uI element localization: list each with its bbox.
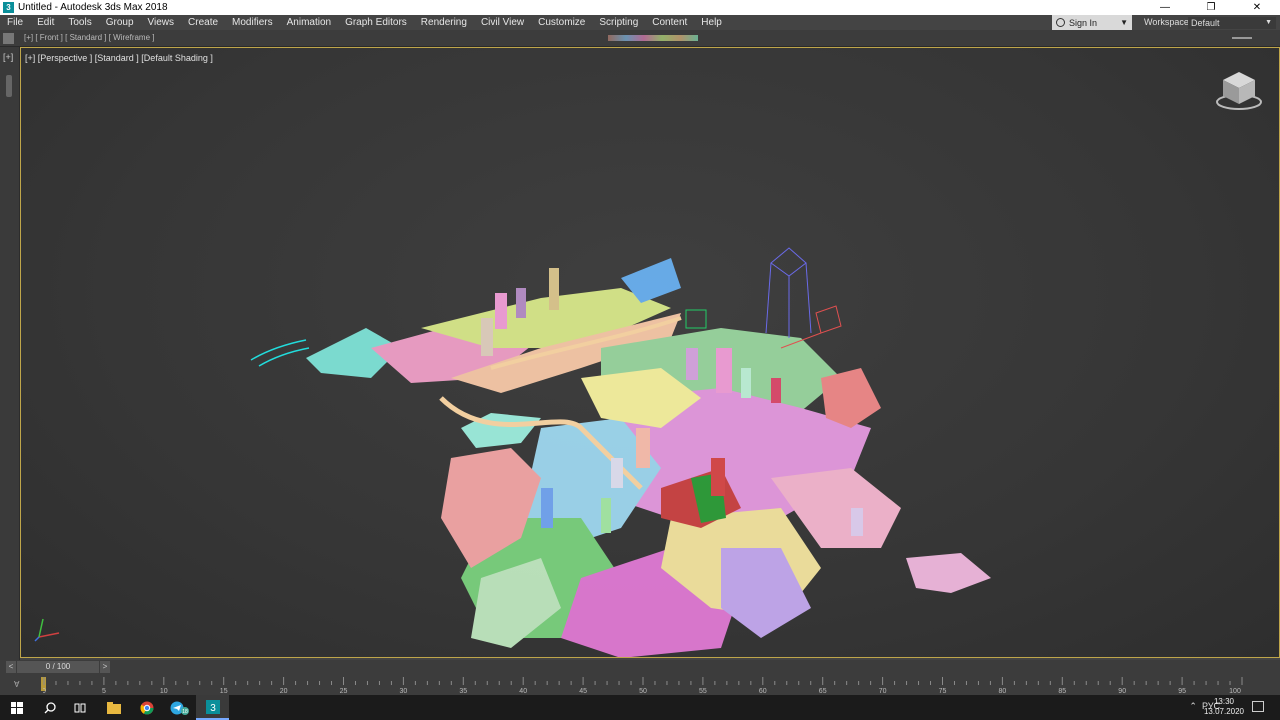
window-title: Untitled - Autodesk 3ds Max 2018 xyxy=(18,2,168,13)
perspective-viewport[interactable]: [+] [Perspective ] [Standard ] [Default … xyxy=(20,47,1280,658)
menu-item-graph-editors[interactable]: Graph Editors xyxy=(338,15,414,30)
next-frame-button[interactable]: > xyxy=(100,661,110,673)
search-icon[interactable] xyxy=(33,695,66,720)
menu-item-group[interactable]: Group xyxy=(99,15,141,30)
notification-icon[interactable] xyxy=(1252,701,1264,712)
menu-item-animation[interactable]: Animation xyxy=(280,15,338,30)
front-viewport-preview xyxy=(608,35,698,41)
chrome-icon[interactable] xyxy=(130,695,163,720)
viewcube-icon[interactable] xyxy=(1213,68,1265,114)
task-view-icon[interactable] xyxy=(63,695,96,720)
ruler-tick-label: 25 xyxy=(340,688,348,695)
ruler-tick-label: 70 xyxy=(879,688,887,695)
restore-icon[interactable]: ❐ xyxy=(1188,0,1234,15)
app-icon: 3 xyxy=(3,2,14,13)
ruler-tick-label: 65 xyxy=(819,688,827,695)
ruler-tick-label: 45 xyxy=(579,688,587,695)
workspace-value: Default xyxy=(1191,18,1220,28)
ruler-tick-label: 85 xyxy=(1058,688,1066,695)
clock-date: 13.07.2020 xyxy=(1203,707,1245,716)
3dsmax-taskbar-icon[interactable]: 3 xyxy=(196,695,229,720)
clock-time: 13:30 xyxy=(1213,697,1235,706)
ruler-tick-label: 90 xyxy=(1118,688,1126,695)
sign-in-label: Sign In xyxy=(1069,17,1098,28)
minimize-viewport-icon[interactable] xyxy=(1232,37,1252,39)
wireframe-green xyxy=(685,309,707,329)
title-bar: 3 Untitled - Autodesk 3ds Max 2018 — ❐ ✕ xyxy=(0,0,1280,15)
selected-ship xyxy=(250,339,310,367)
chevron-up-icon[interactable]: ⌃ xyxy=(1189,701,1197,711)
ruler-tick-label: 100 xyxy=(1229,688,1241,695)
front-viewport-label[interactable]: [+] [ Front ] [ Standard ] [ Wireframe ] xyxy=(24,33,155,42)
ruler-tick-label: 40 xyxy=(519,688,527,695)
menu-item-create[interactable]: Create xyxy=(181,15,225,30)
left-viewport-label[interactable]: [+] xyxy=(3,52,13,62)
menu-item-edit[interactable]: Edit xyxy=(30,15,61,30)
curve-editor-icon[interactable]: ∀ xyxy=(14,680,19,689)
workspaces-select[interactable]: Default ▼ xyxy=(1188,17,1276,29)
clock[interactable]: 13:30 13.07.2020 xyxy=(1200,697,1248,717)
ruler-tick-label: 20 xyxy=(280,688,288,695)
telegram-icon[interactable]: 18 xyxy=(163,695,196,720)
telegram-badge: 18 xyxy=(182,709,188,715)
left-strip-handle[interactable] xyxy=(6,75,12,97)
time-slider[interactable]: < 0 / 100 > xyxy=(0,660,1280,675)
caret-down-icon: ▼ xyxy=(1265,19,1272,26)
caret-down-icon: ▼ xyxy=(1120,18,1128,27)
user-icon xyxy=(1056,18,1065,27)
ruler-tick-label: 5 xyxy=(102,688,106,695)
menu-item-file[interactable]: File xyxy=(0,15,30,30)
ruler-tick-label: 0 xyxy=(43,688,46,695)
frame-display[interactable]: 0 / 100 xyxy=(17,661,99,673)
frame-ruler[interactable]: 0 5 10 15 20 25 30 35 40 45 50 55 60 65 70 75 80 85 90 95 10… xyxy=(43,675,1243,695)
minimize-icon[interactable]: — xyxy=(1142,0,1188,15)
ruler-tick-label: 50 xyxy=(639,688,647,695)
viewport-tool-icon[interactable] xyxy=(3,33,14,44)
menu-item-tools[interactable]: Tools xyxy=(61,15,98,30)
close-icon[interactable]: ✕ xyxy=(1234,0,1280,15)
menu-item-customize[interactable]: Customize xyxy=(531,15,592,30)
ruler-tick-label: 15 xyxy=(220,688,228,695)
menu-item-civil-view[interactable]: Civil View xyxy=(474,15,531,30)
ruler-tick-label: 30 xyxy=(400,688,408,695)
ruler-tick-label: 80 xyxy=(999,688,1007,695)
left-viewport-strip[interactable]: [+] xyxy=(0,47,20,660)
menu-item-help[interactable]: Help xyxy=(694,15,729,30)
wireframe-tower xyxy=(765,247,812,338)
ruler-tick-label: 55 xyxy=(699,688,707,695)
menu-item-scripting[interactable]: Scripting xyxy=(592,15,645,30)
windows-start-icon[interactable] xyxy=(0,695,33,720)
windows-taskbar: 18 3 ⌃ РУС 13:30 13.07.2020 xyxy=(0,695,1280,720)
ruler-tick-label: 60 xyxy=(759,688,767,695)
menu-item-views[interactable]: Views xyxy=(141,15,182,30)
track-bar[interactable]: ∀ 0 5 10 15 20 25 30 35 40 45 50 55 60 65 70 75 80 85 90 95… xyxy=(0,675,1280,695)
ruler-tick-label: 35 xyxy=(459,688,467,695)
ruler-tick-label: 75 xyxy=(939,688,947,695)
front-viewport-strip[interactable]: [+] [ Front ] [ Standard ] [ Wireframe ] xyxy=(0,30,1280,47)
sign-in-dropdown[interactable]: Sign In ▼ xyxy=(1052,15,1132,30)
max-icon-label: 3 xyxy=(210,703,216,714)
folder-icon[interactable] xyxy=(97,695,130,720)
city-scene[interactable] xyxy=(21,48,1279,657)
ruler-tick-label: 95 xyxy=(1178,688,1186,695)
menu-item-rendering[interactable]: Rendering xyxy=(414,15,474,30)
menu-item-modifiers[interactable]: Modifiers xyxy=(225,15,280,30)
ruler-tick-label: 10 xyxy=(160,688,168,695)
menu-item-content[interactable]: Content xyxy=(645,15,694,30)
prev-frame-button[interactable]: < xyxy=(6,661,16,673)
axis-tripod-icon xyxy=(34,618,60,642)
